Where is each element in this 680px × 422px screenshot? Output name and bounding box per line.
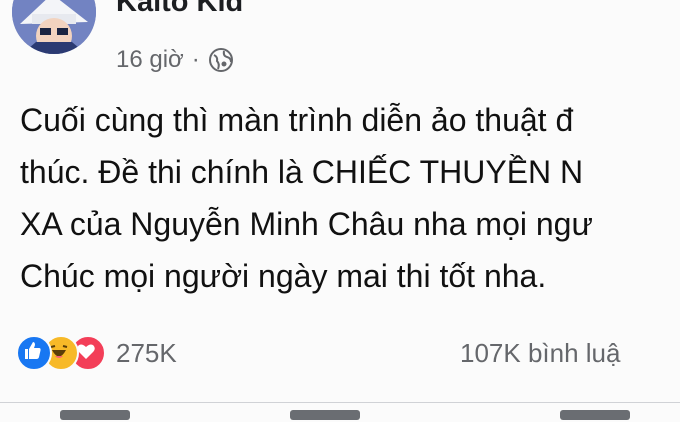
- post-line: XA của Nguyễn Minh Châu nha mọi ngư: [20, 206, 593, 242]
- action-divider: [0, 402, 680, 403]
- reactions-summary[interactable]: 275K: [16, 335, 177, 371]
- comment-count-link[interactable]: 107K bình luậ: [460, 335, 620, 371]
- post-text: Cuối cùng thì màn trình diễn ảo thuật đ …: [20, 94, 680, 302]
- reaction-count: 275K: [116, 337, 177, 368]
- like-button[interactable]: [60, 410, 130, 420]
- avatar-image: [12, 0, 96, 54]
- reaction-icons: [16, 335, 106, 371]
- post-line: thúc. Đề thi chính là CHIẾC THUYỀN N: [20, 154, 584, 190]
- comment-button[interactable]: [290, 410, 360, 420]
- like-icon: [16, 335, 52, 371]
- action-bar: [0, 410, 680, 422]
- share-button[interactable]: [560, 410, 630, 420]
- avatar[interactable]: [12, 0, 96, 54]
- meta-separator: ·: [191, 46, 200, 73]
- post-time[interactable]: 16 giờ: [116, 46, 184, 74]
- globe-icon[interactable]: [208, 47, 234, 73]
- post-line: Cuối cùng thì màn trình diễn ảo thuật đ: [20, 102, 574, 138]
- author-name[interactable]: Kaito Kid: [116, 0, 243, 19]
- post-meta: 16 giờ ·: [116, 42, 234, 78]
- post-line: Chúc mọi người ngày mai thi tốt nha.: [20, 258, 547, 294]
